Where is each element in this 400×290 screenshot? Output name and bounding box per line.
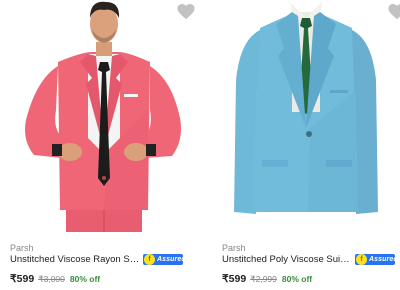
product-brand: Parsh	[10, 243, 34, 253]
assured-badge-icon: f Assured	[355, 254, 398, 265]
product-card[interactable]: Parsh Unstitched Poly Viscose Suit Fabri…	[212, 0, 400, 290]
product-image[interactable]	[212, 0, 400, 232]
price-row: ₹599 ₹2,999 80% off	[222, 273, 312, 285]
original-price: ₹3,000	[38, 274, 65, 284]
product-image[interactable]	[0, 0, 212, 232]
flipkart-mark-icon: f	[144, 254, 155, 265]
heart-icon[interactable]	[388, 4, 400, 20]
selling-price: ₹599	[222, 273, 247, 285]
product-title[interactable]: Unstitched Viscose Rayon Suit Fa...	[10, 254, 142, 265]
flipkart-mark-icon: f	[356, 254, 367, 265]
product-grid: Parsh Unstitched Viscose Rayon Suit Fa..…	[0, 0, 400, 290]
assured-badge-label: Assured	[157, 256, 186, 263]
assured-badge-label: Assured	[369, 256, 398, 263]
product-card[interactable]: Parsh Unstitched Viscose Rayon Suit Fa..…	[0, 0, 212, 290]
discount-percent: 80% off	[69, 274, 101, 284]
original-price: ₹2,999	[250, 274, 277, 284]
product-brand: Parsh	[222, 243, 246, 253]
blue-suit-jacket-image	[234, 2, 378, 214]
heart-icon[interactable]	[177, 4, 195, 20]
selling-price: ₹599	[10, 273, 35, 285]
product-title[interactable]: Unstitched Poly Viscose Suit Fabri...	[222, 254, 352, 265]
pink-suit-model-image	[25, 1, 181, 232]
price-row: ₹599 ₹3,000 80% off	[10, 273, 100, 285]
assured-badge-icon: f Assured	[143, 254, 186, 265]
discount-percent: 80% off	[281, 274, 313, 284]
